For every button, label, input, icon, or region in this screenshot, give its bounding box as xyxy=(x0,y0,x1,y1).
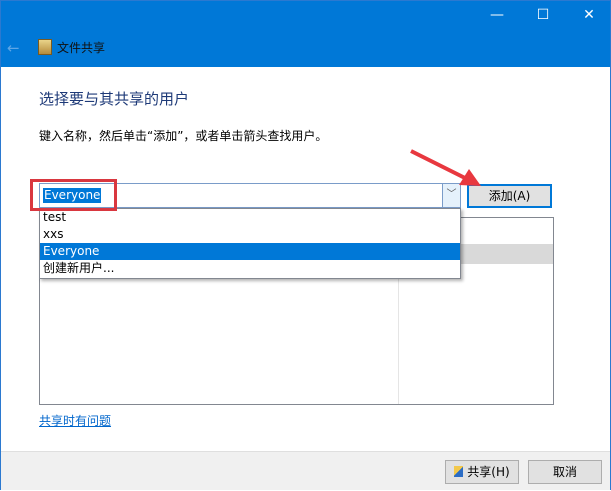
file-sharing-window: — ☐ ✕ ← 文件共享 选择要与其共享的用户 键入名称，然后单击“添加”，或者… xyxy=(0,0,611,490)
share-button-label: 共享(H) xyxy=(467,465,510,479)
sharing-help-link[interactable]: 共享时有问题 xyxy=(39,412,111,429)
uac-shield-icon xyxy=(454,466,464,477)
dialog-footer: 共享(H) 取消 xyxy=(1,451,610,490)
cancel-button[interactable]: 取消 xyxy=(528,460,602,484)
share-button[interactable]: 共享(H) xyxy=(445,460,519,484)
